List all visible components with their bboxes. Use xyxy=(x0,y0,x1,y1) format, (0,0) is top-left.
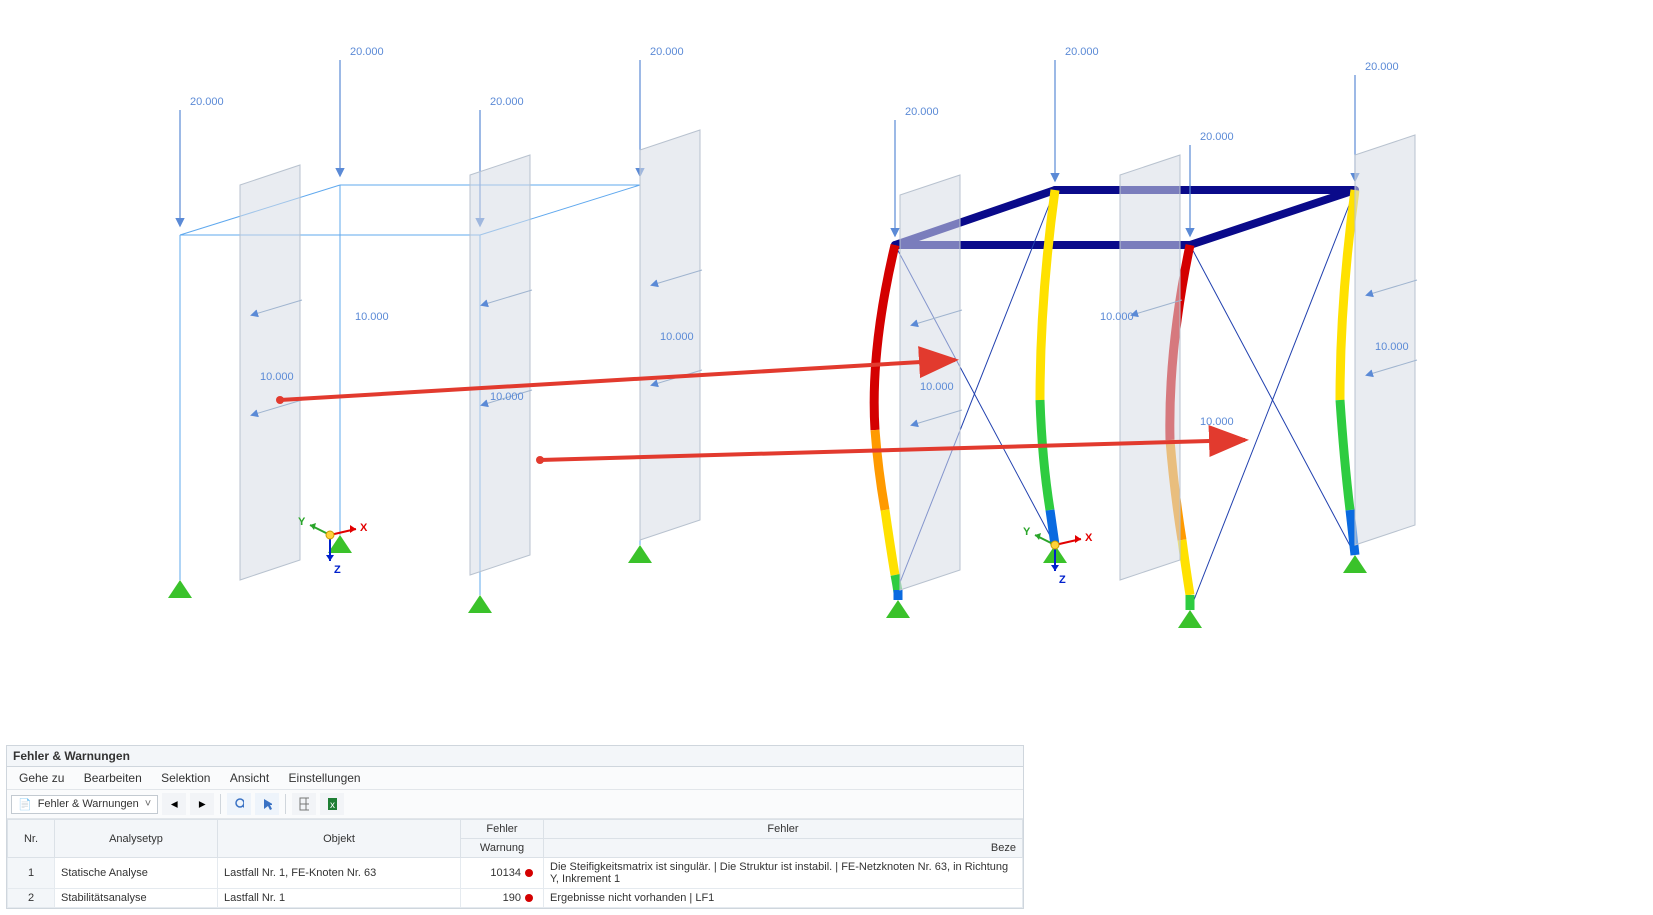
panel-toolbar: 📄 Fehler & Warnungen ˅ ◂ ▸ x xyxy=(7,790,1023,819)
menu-goto[interactable]: Gehe zu xyxy=(11,767,72,789)
panel-title: Fehler & Warnungen xyxy=(7,746,1023,767)
error-icon xyxy=(525,869,533,877)
cell-message: Die Steifigkeitsmatrix ist singulär. | D… xyxy=(544,858,1023,889)
col-error-warning-2[interactable]: Warnung xyxy=(461,839,544,858)
table-row[interactable]: 1 Statische Analyse Lastfall Nr. 1, FE-K… xyxy=(8,858,1023,889)
side-load-label: 10.000 xyxy=(1100,311,1134,323)
axis-z-label: Z xyxy=(334,564,341,576)
combo-label: Fehler & Warnungen xyxy=(38,798,139,810)
panel-menubar: Gehe zu Bearbeiten Selektion Ansicht Ein… xyxy=(7,767,1023,790)
table-row[interactable]: 2 Stabilitätsanalyse Lastfall Nr. 1 190 … xyxy=(8,889,1023,908)
menu-selection[interactable]: Selektion xyxy=(153,767,218,789)
side-load-label: 10.000 xyxy=(660,331,694,343)
cell-analysis-type: Stabilitätsanalyse xyxy=(55,889,218,908)
errors-warnings-panel: Fehler & Warnungen Gehe zu Bearbeiten Se… xyxy=(6,745,1024,909)
load-label: 20.000 xyxy=(905,106,939,118)
load-label: 20.000 xyxy=(1365,61,1399,73)
filter-combo[interactable]: 📄 Fehler & Warnungen ˅ xyxy=(11,795,158,814)
find-button[interactable] xyxy=(227,793,251,815)
cell-nr: 1 xyxy=(8,858,55,889)
cell-object: Lastfall Nr. 1 xyxy=(218,889,461,908)
menu-edit[interactable]: Bearbeiten xyxy=(76,767,150,789)
load-label: 20.000 xyxy=(490,96,524,108)
side-load-label: 10.000 xyxy=(1375,341,1409,353)
cell-object: Lastfall Nr. 1, FE-Knoten Nr. 63 xyxy=(218,858,461,889)
side-load-label: 10.000 xyxy=(355,311,389,323)
cell-code: 10134 xyxy=(461,858,544,889)
axis-x-label: X xyxy=(360,522,368,534)
load-label: 20.000 xyxy=(650,46,684,58)
grid-button[interactable] xyxy=(292,793,316,815)
axis-x-label: X xyxy=(1085,532,1093,544)
side-load-label: 10.000 xyxy=(260,371,294,383)
col-analysis-type[interactable]: Analysetyp xyxy=(55,820,218,858)
combo-icon: 📄 xyxy=(18,798,32,811)
left-model: 20.000 20.000 20.000 20.000 10.000 10.00… xyxy=(0,0,1653,660)
cell-analysis-type: Statische Analyse xyxy=(55,858,218,889)
col-nr[interactable]: Nr. xyxy=(8,820,55,858)
col-description-2[interactable]: Beze xyxy=(544,839,1023,858)
cell-code: 190 xyxy=(461,889,544,908)
chevron-down-icon: ˅ xyxy=(145,798,151,810)
export-excel-button[interactable]: x xyxy=(320,793,344,815)
side-load-label: 10.000 xyxy=(1200,416,1234,428)
side-load-label: 10.000 xyxy=(920,381,954,393)
load-label: 20.000 xyxy=(350,46,384,58)
nav-prev-button[interactable]: ◂ xyxy=(162,793,186,815)
cell-message: Ergebnisse nicht vorhanden | LF1 xyxy=(544,889,1023,908)
model-viewport[interactable]: 20.000 20.000 20.000 20.000 10.000 10.00… xyxy=(0,0,1653,660)
side-load-label: 10.000 xyxy=(490,391,524,403)
col-description[interactable]: Fehler xyxy=(544,820,1023,839)
menu-view[interactable]: Ansicht xyxy=(222,767,277,789)
col-object[interactable]: Objekt xyxy=(218,820,461,858)
axis-y-label: Y xyxy=(298,516,306,528)
axis-z-label: Z xyxy=(1059,574,1066,586)
cell-nr: 2 xyxy=(8,889,55,908)
errors-table: Nr. Analysetyp Objekt Fehler Fehler Warn… xyxy=(7,819,1023,908)
load-label: 20.000 xyxy=(190,96,224,108)
svg-text:x: x xyxy=(330,800,335,811)
load-label: 20.000 xyxy=(1065,46,1099,58)
nav-next-button[interactable]: ▸ xyxy=(190,793,214,815)
axis-y-label: Y xyxy=(1023,526,1031,538)
load-label: 20.000 xyxy=(1200,131,1234,143)
menu-settings[interactable]: Einstellungen xyxy=(281,767,369,789)
error-icon xyxy=(525,894,533,902)
select-button[interactable] xyxy=(255,793,279,815)
col-error-warning[interactable]: Fehler xyxy=(461,820,544,839)
